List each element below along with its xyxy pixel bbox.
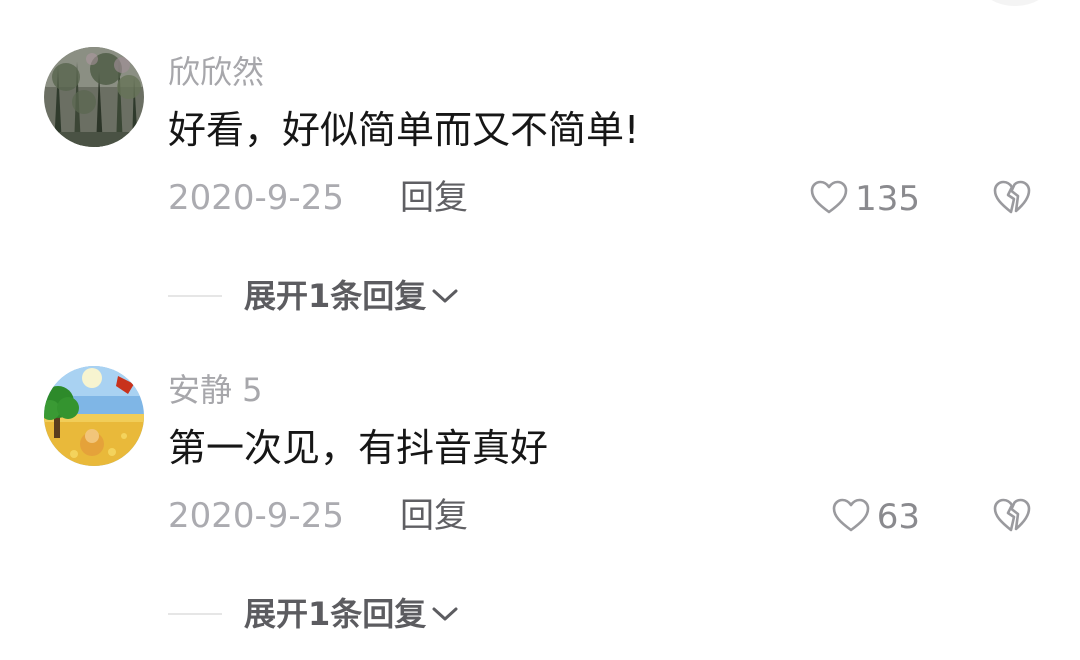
- avatar[interactable]: [44, 47, 144, 147]
- comment-date: 2020-9-25: [168, 178, 344, 218]
- comment-text: 第一次见，有抖音真好: [168, 426, 549, 470]
- expand-replies-label: 展开1条回复: [244, 277, 427, 315]
- reply-button[interactable]: 回复: [400, 178, 468, 218]
- avatar[interactable]: [44, 366, 144, 466]
- comment-date: 2020-9-25: [168, 496, 344, 536]
- like-count: 135: [855, 179, 920, 219]
- expand-divider: [168, 295, 222, 297]
- comment-item: 欣欣然 好看，好似简单而又不简单! 2020-9-25 回复 135 展开1条回…: [0, 0, 1080, 320]
- expand-divider: [168, 613, 222, 615]
- expand-replies-label: 展开1条回复: [244, 595, 427, 633]
- username[interactable]: 欣欣然: [168, 52, 264, 92]
- like-count: 63: [876, 497, 920, 537]
- chevron-down-icon: [430, 286, 460, 306]
- chevron-down-icon: [430, 604, 460, 624]
- expand-replies-button[interactable]: 展开1条回复: [168, 276, 460, 316]
- comment-text: 好看，好似简单而又不简单!: [168, 108, 640, 152]
- like-button[interactable]: 63: [831, 497, 920, 537]
- broken-heart-icon: [992, 179, 1032, 219]
- username[interactable]: 安静 5: [168, 370, 263, 410]
- heart-outline-icon: [809, 179, 849, 219]
- dislike-button[interactable]: [990, 497, 1034, 537]
- heart-outline-icon: [831, 497, 871, 537]
- dislike-button[interactable]: [990, 179, 1034, 219]
- like-button[interactable]: 135: [809, 179, 920, 219]
- comment-item: 安静 5 第一次见，有抖音真好 2020-9-25 回复 63 展开1条回复: [0, 318, 1080, 638]
- expand-replies-button[interactable]: 展开1条回复: [168, 594, 460, 634]
- broken-heart-icon: [992, 497, 1032, 537]
- reply-button[interactable]: 回复: [400, 496, 468, 536]
